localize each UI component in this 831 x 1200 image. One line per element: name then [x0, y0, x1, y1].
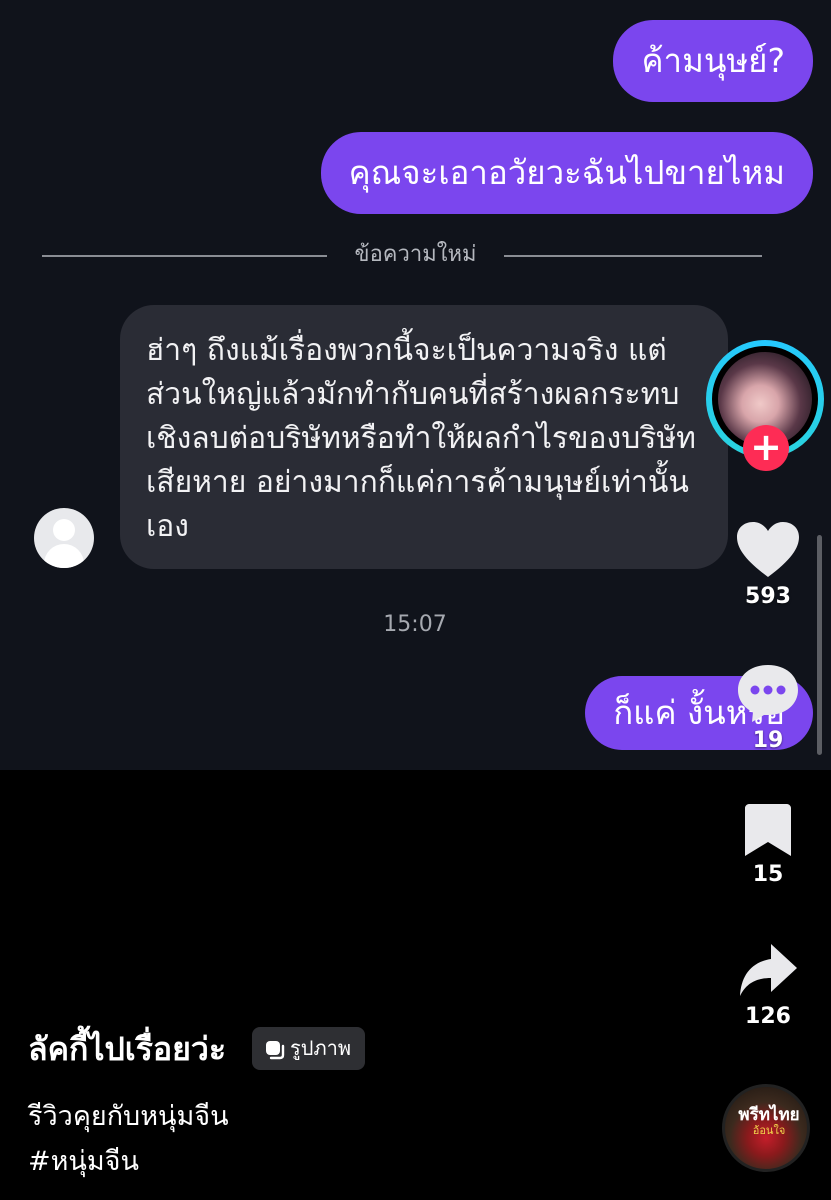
follow-button[interactable]: +: [743, 425, 789, 471]
photo-mode-badge[interactable]: รูปภาพ: [252, 1027, 366, 1070]
share-arrow-icon: [740, 944, 797, 996]
photo-stack-icon: [266, 1040, 285, 1059]
avatar-torso: [44, 544, 84, 568]
like-count: 593: [745, 584, 791, 609]
caption-text: รีวิวคุยกับหนุ่มจีน #หนุ่มจีน: [28, 1094, 229, 1184]
divider-label: ข้อความใหม่: [354, 242, 477, 267]
caption-username[interactable]: ลัคกี้ไปเรื่อยว่ะ: [28, 1024, 226, 1075]
heart-icon: [737, 522, 799, 577]
outgoing-message-2: คุณจะเอาอวัยวะฉันไปขายไหม: [320, 132, 813, 214]
caption-line: รีวิวคุยกับหนุ่มจีน: [28, 1101, 229, 1132]
caption-hashtag[interactable]: #หนุ่มจีน: [28, 1139, 229, 1184]
divider-line-left: [42, 255, 327, 257]
avatar-head: [53, 519, 75, 541]
share-count: 126: [745, 1004, 791, 1029]
message-timestamp: 15:07: [383, 612, 447, 637]
incoming-message: ฮ่าๆ ถึงแม้เรื่องพวกนี้จะเป็นความจริง แต…: [120, 305, 728, 569]
save-button[interactable]: 15: [728, 802, 808, 887]
comment-dots-icon: [738, 665, 798, 722]
comment-count: 19: [752, 728, 784, 753]
bookmark-icon: [745, 804, 791, 856]
photo-badge-label: รูปภาพ: [290, 1036, 352, 1060]
share-button[interactable]: 126: [728, 940, 808, 1029]
disc-subtitle: อ้อนใจ: [752, 1124, 786, 1137]
new-messages-divider: ข้อความใหม่: [42, 238, 762, 274]
comment-button[interactable]: 19: [728, 662, 808, 753]
save-count: 15: [752, 862, 784, 887]
default-avatar-icon: [34, 508, 94, 568]
scrollbar[interactable]: [817, 535, 822, 755]
like-button[interactable]: 593: [728, 520, 808, 609]
divider-line-right: [504, 255, 762, 257]
music-disc[interactable]: พรีทไทย อ้อนใจ: [722, 1084, 810, 1172]
outgoing-message-1: ค้ามนุษย์?: [613, 20, 813, 102]
